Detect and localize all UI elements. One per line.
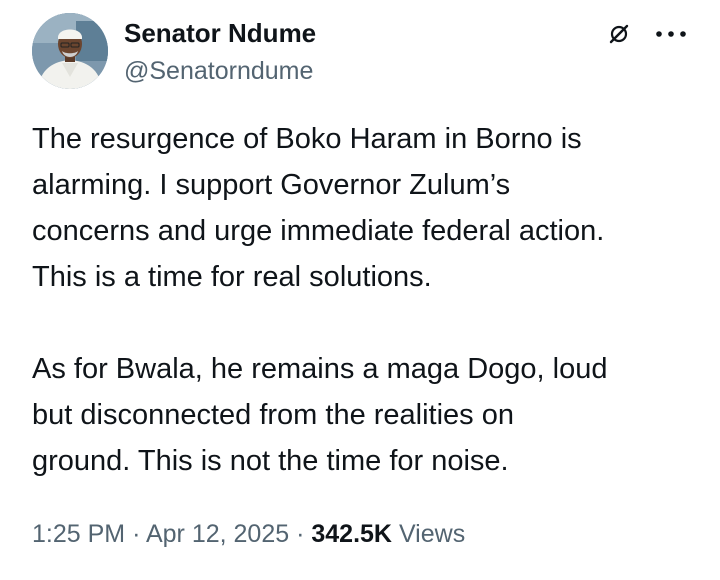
meta-separator: · [132,520,141,548]
meta-separator: · [296,520,305,548]
profile-photo-icon [32,13,108,89]
avatar[interactable] [32,13,108,89]
tweet-text: The resurgence of Boko Haram in Borno is… [32,116,702,484]
tweet-meta: 1:25 PM · Apr 12, 2025 · 342.5K Views [32,514,465,554]
tweet-timestamp[interactable]: 1:25 PM · Apr 12, 2025 [32,520,289,548]
author-handle[interactable]: @Senatorndume [124,54,313,88]
tweet-date: Apr 12, 2025 [145,520,290,548]
tweet-card: Senator Ndume @Senatorndume The resurgen… [0,0,720,580]
views-link[interactable]: 342.5K Views [311,520,465,548]
grok-icon[interactable] [606,21,632,47]
more-options-icon[interactable] [654,21,688,47]
tweet-paragraph: As for Bwala, he remains a maga Dogo, lo… [32,353,608,477]
views-label: Views [398,520,466,548]
views-count: 342.5K [311,520,392,548]
tweet-paragraph: The resurgence of Boko Haram in Borno is… [32,123,605,293]
author-name[interactable]: Senator Ndume [124,16,316,50]
tweet-time: 1:25 PM [32,520,126,548]
